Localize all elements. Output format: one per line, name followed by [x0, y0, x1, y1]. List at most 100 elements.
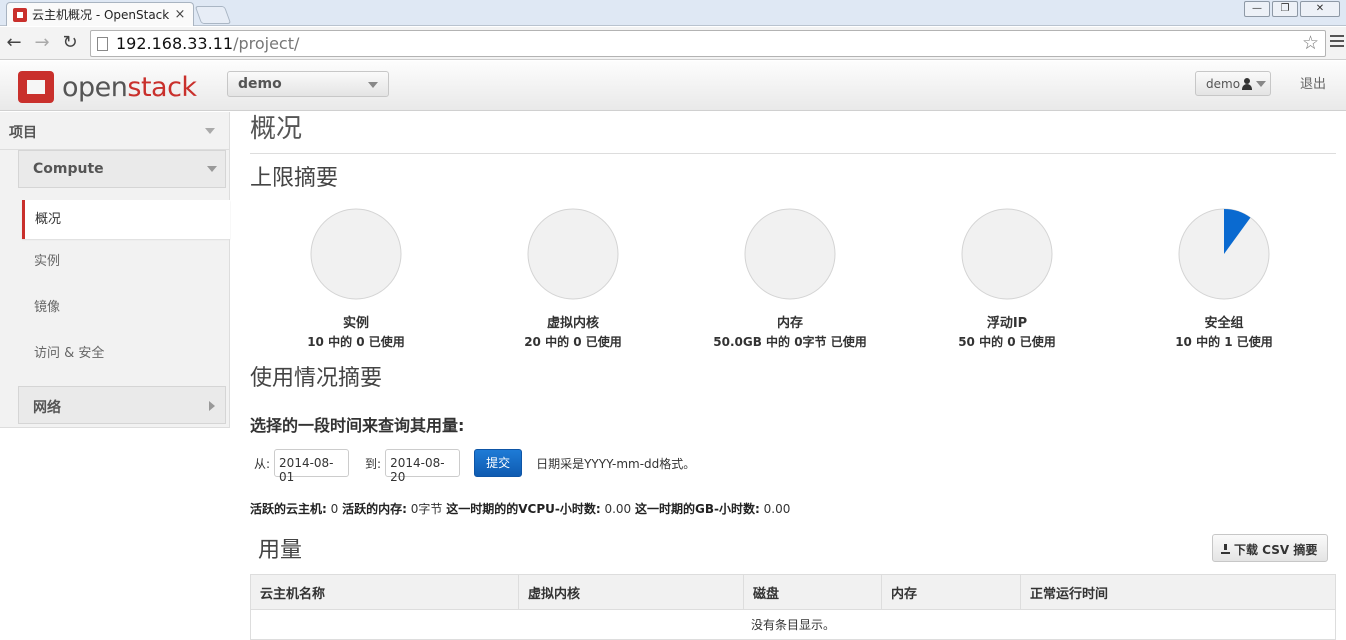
vcpu-hours-label: 这一时期的的VCPU-小时数:: [446, 502, 601, 516]
page-title: 概况: [250, 112, 1336, 154]
sidebar-group-label: Compute: [33, 161, 104, 177]
pie-value: 20 中的 0 已使用: [524, 335, 622, 349]
browser-tab[interactable]: 云主机概况 - OpenStack ×: [6, 2, 194, 26]
pie-label: 安全组: [1204, 316, 1244, 331]
pie-chart: [961, 208, 1053, 300]
sidebar-group-label: 网络: [33, 400, 61, 416]
sidebar-items: 概况 实例 镜像 访问 & 安全: [18, 200, 230, 377]
bookmark-star-icon[interactable]: ☆: [1302, 32, 1319, 54]
forward-icon[interactable]: →: [30, 32, 54, 56]
user-icon: [1242, 78, 1252, 90]
pie-chart: [310, 208, 402, 300]
limit-pie-vcpus: 虚拟内核 20 中的 0 已使用: [483, 208, 663, 350]
usage-stats: 活跃的云主机: 0 活跃的内存: 0字节 这一时期的的VCPU-小时数: 0.0…: [250, 500, 790, 517]
pie-label: 虚拟内核: [546, 316, 599, 331]
table-header-row: 云主机名称 虚拟内核 磁盘 内存 正常运行时间: [250, 574, 1336, 610]
chevron-down-icon: [368, 82, 378, 88]
url-path: /project/: [233, 34, 300, 53]
tab-close-icon[interactable]: ×: [173, 7, 187, 22]
tab-title: 云主机概况 - OpenStack: [32, 8, 170, 22]
pie-background: [744, 208, 836, 300]
pie-label: 浮动IP: [986, 316, 1028, 331]
end-date-field[interactable]: 2014-08-20: [385, 449, 461, 484]
active-memory-label: 活跃的内存:: [342, 502, 407, 516]
active-memory-value: 0字节: [410, 502, 443, 516]
empty-table-message: 没有条目显示。: [250, 609, 1336, 640]
limits-summary-title: 上限摘要: [250, 166, 339, 191]
query-period-title: 选择的一段时间来查询其用量:: [250, 416, 465, 435]
sidebar-group-network[interactable]: 网络: [18, 386, 226, 424]
openstack-favicon-icon: [13, 7, 27, 22]
start-date-field[interactable]: 2014-08-01: [274, 449, 350, 484]
active-instances-value: 0: [330, 502, 339, 516]
user-menu-label: demo: [1206, 77, 1241, 91]
browser-toolbar: ← → ↻ 192.168.33.11 /project/ ☆: [0, 27, 1346, 60]
pie-chart: [744, 208, 836, 300]
pie-chart: [1178, 208, 1270, 300]
minimize-button[interactable]: —: [1244, 1, 1270, 17]
sidebar: 项目 Compute 概况 实例 镜像 访问 & 安全 网络: [0, 112, 230, 428]
usage-summary-title: 使用情况摘要: [250, 366, 383, 391]
download-icon: [1221, 544, 1230, 554]
browser-tabstrip: 云主机概况 - OpenStack × — ❐ ✕: [0, 0, 1346, 26]
column-header-uptime[interactable]: 正常运行时间: [1020, 574, 1336, 610]
from-label: 从:: [254, 456, 271, 471]
download-csv-button[interactable]: 下载 CSV 摘要: [1212, 534, 1328, 562]
address-bar[interactable]: 192.168.33.11 /project/ ☆: [90, 30, 1326, 57]
download-csv-label: 下载 CSV 摘要: [1234, 543, 1318, 557]
limit-pie-security-groups: 安全组 10 中的 1 已使用: [1134, 208, 1314, 350]
project-selector-value: demo: [238, 76, 282, 92]
window-close-button[interactable]: ✕: [1300, 1, 1340, 17]
sidebar-item-overview[interactable]: 概况: [22, 200, 230, 239]
pie-value: 50 中的 0 已使用: [958, 335, 1056, 349]
sidebar-item-images[interactable]: 镜像: [18, 285, 230, 331]
usage-table-title: 用量: [258, 538, 303, 563]
active-instances-label: 活跃的云主机:: [250, 502, 327, 516]
sidebar-group-compute[interactable]: Compute: [18, 150, 226, 188]
pie-background: [961, 208, 1053, 300]
logo-wordmark: openstack: [62, 71, 197, 103]
limit-pie-memory: 内存 50.0GB 中的 0字节 已使用: [700, 208, 880, 350]
date-format-hint: 日期采是YYYY-mm-dd格式。: [536, 456, 696, 471]
pie-label: 实例: [342, 316, 369, 331]
openstack-logo-icon: [18, 71, 54, 103]
column-header-disk[interactable]: 磁盘: [743, 574, 882, 610]
sidebar-item-instances[interactable]: 实例: [18, 239, 230, 285]
column-header-vcpus[interactable]: 虚拟内核: [518, 574, 744, 610]
url-host: 192.168.33.11: [116, 34, 234, 53]
chevron-right-icon: [209, 401, 215, 411]
pie-label: 内存: [776, 316, 803, 331]
pie-background: [527, 208, 619, 300]
browser-menu-icon[interactable]: [1330, 35, 1344, 51]
chevron-down-icon: [207, 166, 217, 172]
chevron-down-icon: [1256, 81, 1266, 87]
user-menu-button[interactable]: demo: [1195, 71, 1271, 96]
limit-pie-floating-ips: 浮动IP 50 中的 0 已使用: [917, 208, 1097, 350]
app-header: openstack demo demo 退出: [0, 61, 1346, 111]
pie-value: 10 中的 1 已使用: [1175, 335, 1273, 349]
sidebar-project-label: 项目: [9, 125, 37, 141]
pie-value: 10 中的 0 已使用: [307, 335, 405, 349]
column-header-memory[interactable]: 内存: [881, 574, 1021, 610]
reload-icon[interactable]: ↻: [58, 32, 82, 56]
date-range-form: 从: 2014-08-01 到: 2014-08-20 提交 日期采是YYYY-…: [250, 449, 696, 484]
submit-button[interactable]: 提交: [474, 449, 523, 477]
sidebar-item-access-security[interactable]: 访问 & 安全: [18, 331, 230, 377]
restore-button[interactable]: ❐: [1272, 1, 1298, 17]
new-tab-button[interactable]: [194, 6, 232, 24]
chevron-down-icon: [205, 128, 215, 134]
project-selector[interactable]: demo: [227, 71, 389, 97]
pie-chart: [527, 208, 619, 300]
column-header-instance-name[interactable]: 云主机名称: [250, 574, 519, 610]
main-content: 概况 上限摘要 实例 10 中的 0 已使用 虚拟内核 20 中的 0 已使用 …: [250, 112, 1336, 640]
logout-link[interactable]: 退出: [1300, 73, 1326, 92]
sidebar-project-header[interactable]: 项目: [0, 112, 229, 150]
openstack-logo[interactable]: openstack: [18, 71, 197, 103]
gb-hours-label: 这一时期的GB-小时数:: [635, 502, 760, 516]
usage-table: 云主机名称 虚拟内核 磁盘 内存 正常运行时间 没有条目显示。: [250, 574, 1336, 640]
gb-hours-value: 0.00: [763, 502, 791, 516]
to-label: 到:: [365, 456, 382, 471]
limit-pie-instances: 实例 10 中的 0 已使用: [266, 208, 446, 350]
pie-value: 50.0GB 中的 0字节 已使用: [713, 335, 867, 349]
back-icon[interactable]: ←: [2, 32, 26, 56]
